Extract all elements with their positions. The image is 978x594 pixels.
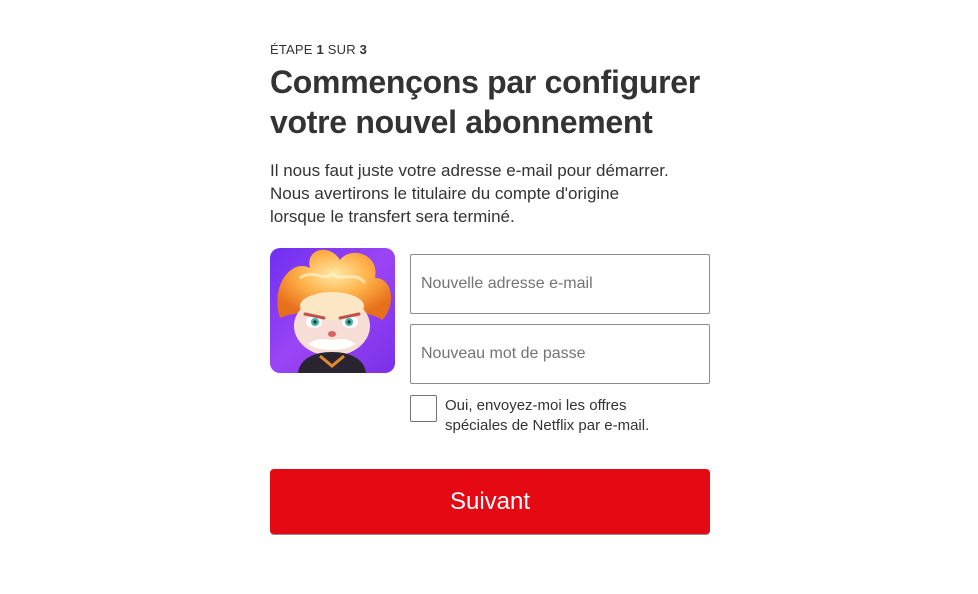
offers-label-line-2: spéciales de Netflix par e-mail. bbox=[445, 417, 650, 434]
credential-fields: Oui, envoyez-moi les offres spéciales de… bbox=[410, 254, 710, 436]
next-button[interactable]: Suivant bbox=[270, 469, 710, 534]
profile-avatar bbox=[270, 248, 395, 373]
page-title-line-1: Commençons par configurer bbox=[270, 64, 700, 100]
offers-opt-in[interactable]: Oui, envoyez-moi les offres spéciales de… bbox=[410, 394, 710, 436]
description-line-2: Nous avertirons le titulaire du compte d… bbox=[270, 184, 620, 203]
description-line-3: lorsque le transfert sera terminé. bbox=[270, 207, 515, 226]
email-input[interactable] bbox=[421, 275, 699, 293]
step-indicator: ÉTAPE 1 SUR 3 bbox=[270, 42, 710, 58]
signup-step-container: ÉTAPE 1 SUR 3 Commençons par configurer … bbox=[270, 42, 710, 458]
description-line-1: Il nous faut juste votre adresse e-mail … bbox=[270, 161, 669, 180]
email-field[interactable] bbox=[410, 254, 710, 314]
signup-form: Oui, envoyez-moi les offres spéciales de… bbox=[270, 248, 710, 458]
offers-label-line-1: Oui, envoyez-moi les offres bbox=[445, 397, 627, 414]
step-total: 3 bbox=[359, 42, 368, 57]
step-current: 1 bbox=[316, 42, 324, 57]
page-title-line-2: votre nouvel abonnement bbox=[270, 104, 653, 140]
password-field[interactable] bbox=[410, 324, 710, 384]
password-input[interactable] bbox=[421, 345, 699, 363]
step-middle: SUR bbox=[327, 42, 356, 57]
page-description: Il nous faut juste votre adresse e-mail … bbox=[270, 159, 710, 228]
profile-avatar-icon bbox=[270, 248, 395, 373]
page-title: Commençons par configurer votre nouvel a… bbox=[270, 62, 710, 142]
offers-checkbox[interactable] bbox=[410, 395, 437, 422]
step-prefix: ÉTAPE bbox=[270, 42, 313, 57]
offers-label[interactable]: Oui, envoyez-moi les offres spéciales de… bbox=[445, 396, 649, 436]
